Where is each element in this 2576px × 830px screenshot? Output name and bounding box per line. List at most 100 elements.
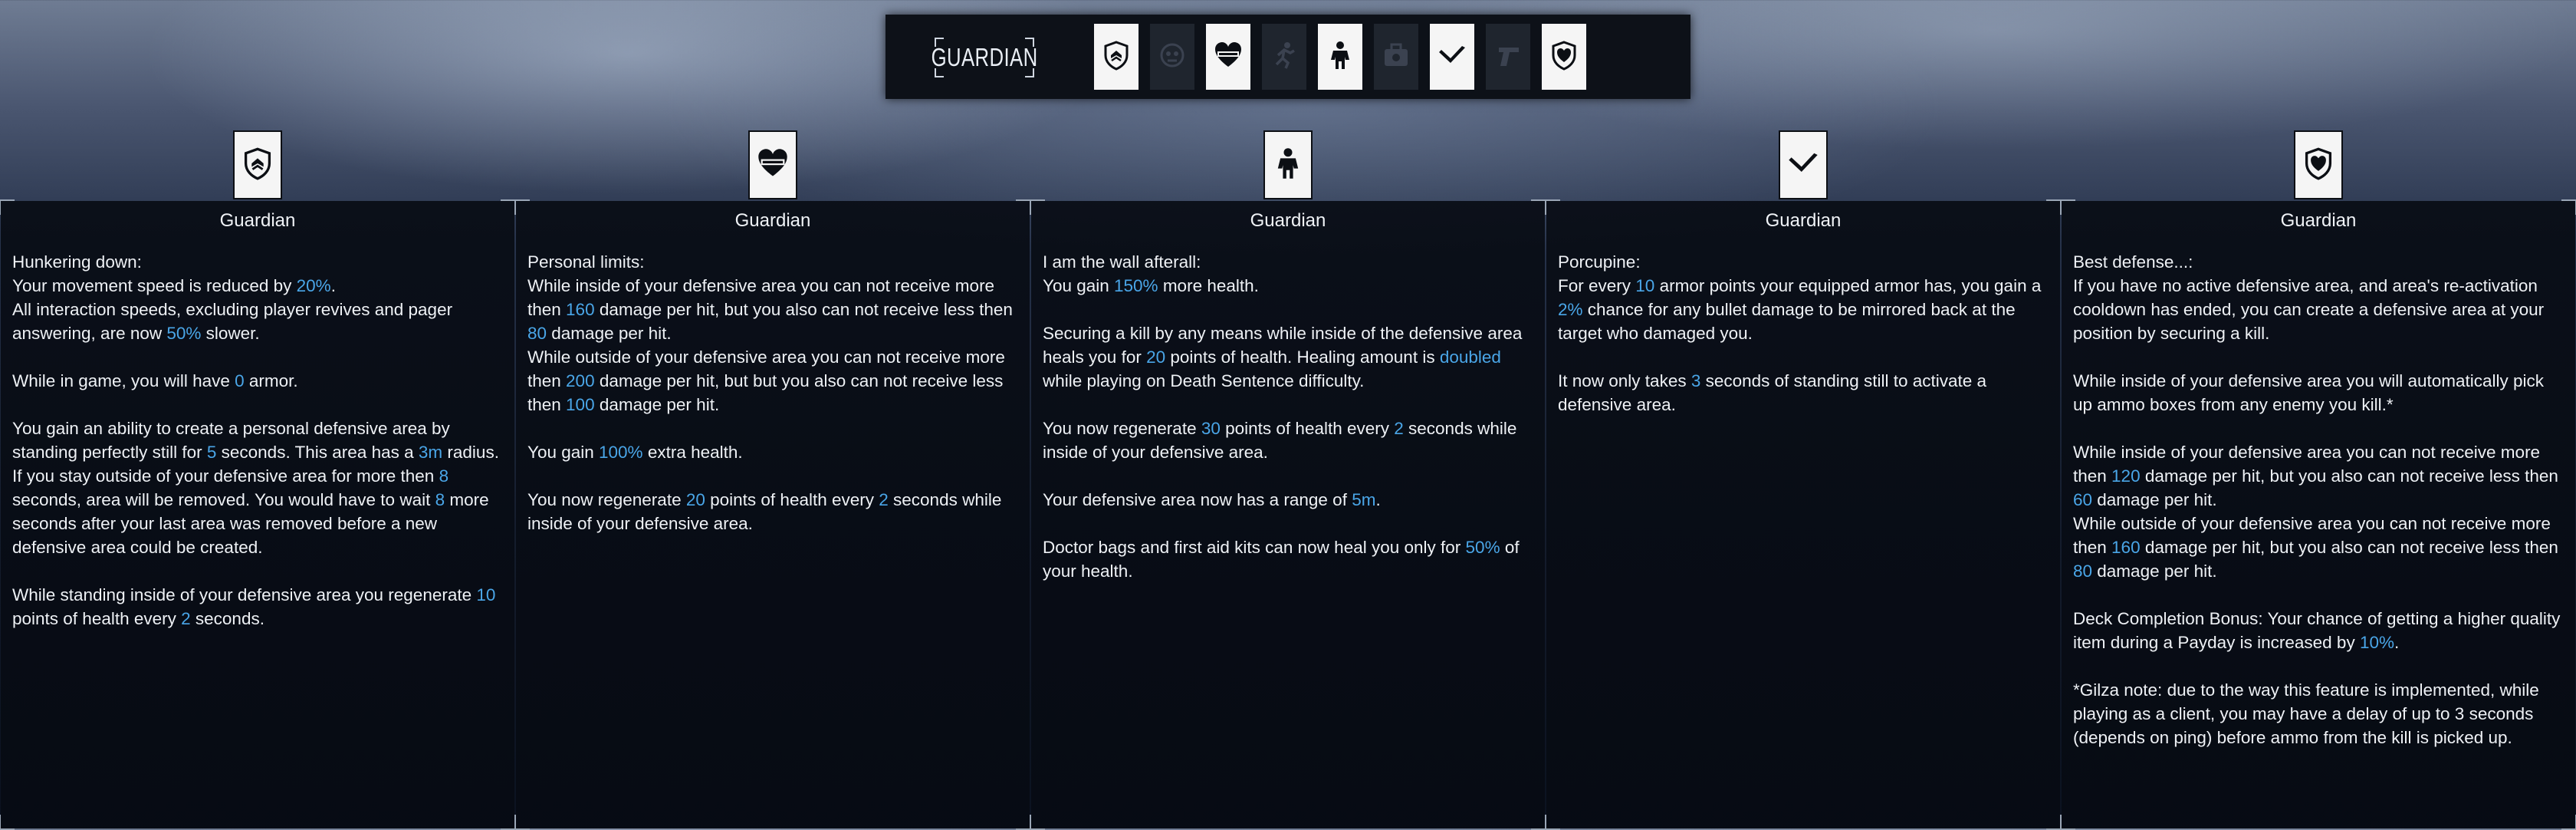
skull-crest-icon	[1157, 40, 1188, 74]
corner-marker	[1016, 815, 1031, 830]
description-text: If you have no active defensive area, an…	[2073, 276, 2545, 343]
highlight-value: 10%	[2359, 633, 2394, 652]
description-text: *Gilza note: due to the way this feature…	[2073, 680, 2539, 747]
description-text: I am the wall afterall:	[1043, 252, 1201, 272]
perk-card[interactable]	[1779, 130, 1828, 199]
description-text: damage per hit.	[2092, 562, 2217, 581]
highlight-value: 200	[566, 371, 595, 390]
description-text: damage per hit, but you also can not rec…	[2140, 538, 2558, 557]
description-text: You gain	[1043, 276, 1115, 295]
description-text: Hunkering down:	[12, 252, 142, 272]
description-paragraph: Your defensive area now has a range of 5…	[1043, 488, 1533, 512]
perk-title: Guardian	[1765, 210, 1842, 231]
description-text: While inside of your defensive area you …	[2073, 371, 2545, 414]
description-text: You now regenerate	[1043, 419, 1201, 438]
description-text: points of health. Healing amount is	[1165, 347, 1440, 367]
description-paragraph: Doctor bags and first aid kits can now h…	[1043, 535, 1533, 583]
description-paragraph: You gain an ability to create a personal…	[12, 417, 503, 559]
description-text: seconds.	[190, 609, 264, 628]
description-text: Your movement speed is reduced by	[12, 276, 297, 295]
description-paragraph: Your movement speed is reduced by 20%.	[12, 274, 503, 298]
perk-card[interactable]	[2294, 130, 2343, 199]
highlight-value: 50%	[166, 324, 202, 343]
deck-card-9[interactable]	[1542, 24, 1586, 90]
description-text: Porcupine:	[1558, 252, 1641, 272]
description-paragraph: While inside of your defensive area you …	[2073, 369, 2564, 417]
perk-deck-bar: GUARDIAN	[886, 15, 1691, 99]
description-text: Best defense...:	[2073, 252, 2193, 272]
description-text: You now regenerate	[527, 490, 686, 509]
perk-column-2: Guardian Personal limits: While inside of …	[514, 130, 1031, 830]
description-paragraph: You gain 100% extra health.	[527, 440, 1018, 464]
deck-card-6[interactable]	[1374, 24, 1418, 90]
deck-card-7[interactable]	[1430, 24, 1474, 90]
quill-icon	[1437, 40, 1467, 74]
description-text: points of health every	[1220, 419, 1395, 438]
description-text: damage per hit.	[547, 324, 672, 343]
shield-emblem-icon	[241, 147, 274, 184]
description-text: points of health every	[705, 490, 879, 509]
perk-card[interactable]	[748, 130, 797, 199]
deck-card-5[interactable]	[1318, 24, 1362, 90]
corner-marker	[2060, 815, 2075, 830]
description-paragraph: While outside of your defensive area you…	[527, 345, 1018, 417]
highlight-value: 8	[439, 466, 449, 486]
highlight-value: 20	[1146, 347, 1166, 367]
perk-title: Guardian	[1250, 210, 1326, 231]
highlight-value: 60	[2073, 490, 2093, 509]
heart-band-icon	[1213, 40, 1244, 74]
description-text: You gain	[527, 443, 600, 462]
description-text: more health.	[1158, 276, 1259, 295]
highlight-value: 30	[1201, 419, 1221, 438]
description-text: armor points your equipped armor has, yo…	[1654, 276, 2042, 295]
description-paragraph: You now regenerate 20 points of health e…	[527, 488, 1018, 535]
deck-card-2[interactable]	[1150, 24, 1194, 90]
description-paragraph: While inside of your defensive area you …	[2073, 440, 2564, 512]
perk-description: Personal limits: While inside of your def…	[527, 250, 1018, 535]
description-text: While in game, you will have	[12, 371, 235, 390]
deck-title-frame: GUARDIAN	[932, 38, 1037, 77]
perk-description: I am the wall afterall: You gain 150% mor…	[1043, 250, 1533, 583]
description-text: Personal limits:	[527, 252, 645, 272]
description-paragraph: While standing inside of your defensive …	[12, 583, 503, 631]
highlight-value: 100%	[599, 443, 643, 462]
description-paragraph: For every 10 armor points your equipped …	[1558, 274, 2049, 345]
corner-marker	[1531, 815, 1546, 830]
highlight-value: 20	[685, 490, 705, 509]
perk-column-1: Guardian Hunkering down: Your movement spe…	[0, 130, 516, 830]
corner-marker	[501, 815, 516, 830]
highlight-value: 10	[476, 585, 496, 604]
highlight-value: 5	[206, 443, 217, 462]
perk-card[interactable]	[1263, 130, 1313, 199]
description-text: It now only takes	[1558, 371, 1691, 390]
deck-card-1[interactable]	[1094, 24, 1138, 90]
description-paragraph: *Gilza note: due to the way this feature…	[2073, 678, 2564, 749]
description-paragraph: You gain 150% more health.	[1043, 274, 1533, 298]
highlight-value: 120	[2111, 466, 2141, 486]
highlight-value: 2%	[1558, 300, 1583, 319]
deck-card-4[interactable]	[1262, 24, 1306, 90]
description-paragraph: It now only takes 3 seconds of standing …	[1558, 369, 2049, 417]
perk-card[interactable]	[233, 130, 282, 199]
highlight-value: 150%	[1114, 276, 1158, 295]
description-text: damage per hit.	[2092, 490, 2217, 509]
highlight-value: 2	[181, 609, 191, 628]
description-paragraph: While inside of your defensive area you …	[527, 274, 1018, 345]
description-text: seconds. This area has a	[216, 443, 419, 462]
perk-description: Hunkering down: Your movement speed is re…	[12, 250, 503, 631]
deck-card-3[interactable]	[1206, 24, 1250, 90]
runner-icon	[1269, 40, 1300, 74]
highlight-value: 100	[566, 395, 595, 414]
deck-card-8[interactable]	[1486, 24, 1530, 90]
description-paragraph: I am the wall afterall:	[1043, 250, 1533, 274]
